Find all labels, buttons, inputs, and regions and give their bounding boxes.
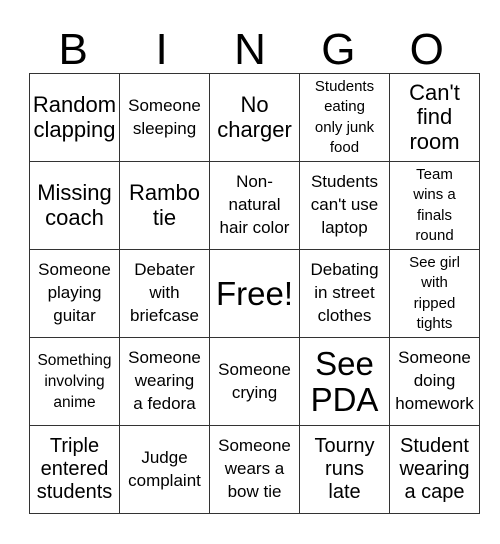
bingo-cell-text: Debating in street clothes (310, 260, 379, 325)
board-row: Triple entered students Judge complaint So… (29, 425, 480, 514)
bingo-cell-text: Someone wears a bow tie (218, 436, 291, 501)
bingo-board-body: Random clapping Someone sleeping No charge… (29, 73, 480, 514)
bingo-cell[interactable]: Students eating only junk food (299, 73, 390, 162)
bingo-cell[interactable]: Someone crying (209, 337, 300, 426)
bingo-cell-text: Students can't use laptop (310, 172, 379, 237)
board-row: Someone playing guitar Debater with brief… (29, 249, 480, 338)
bingo-cell-text: Tourny runs late (314, 435, 375, 503)
bingo-cell-text: Someone crying (218, 359, 291, 402)
bingo-cell[interactable]: Someone wearing a fedora (119, 337, 210, 426)
bingo-cell[interactable]: Someone doing homework (389, 337, 480, 426)
bingo-cell-text: Something involving anime (37, 351, 112, 412)
header-letter-o: O (409, 25, 444, 74)
bingo-cell-text: Free! (215, 274, 294, 312)
bingo-cell-text: Debater with briefcase (130, 260, 199, 325)
bingo-cell-text: Someone wearing a fedora (128, 348, 201, 413)
bingo-cell-text: Team wins a finals round (413, 166, 456, 244)
bingo-cell-text: Non- natural hair color (219, 172, 290, 237)
free-space-cell[interactable]: Free! (209, 249, 300, 338)
bingo-cell-text: Missing coach (37, 179, 112, 230)
bingo-cell[interactable]: Tourny runs late (299, 425, 390, 514)
board-row: Something involving anime Someone wearing… (29, 337, 480, 426)
bingo-cell-text: No charger (217, 91, 292, 142)
bingo-cell[interactable]: Someone sleeping (119, 73, 210, 162)
bingo-cell[interactable]: Student wearing a cape (389, 425, 480, 514)
bingo-cell[interactable]: Rambo tie (119, 161, 210, 250)
bingo-cell[interactable]: Missing coach (29, 161, 120, 250)
bingo-cell-text: Rambo tie (129, 179, 200, 230)
bingo-cell[interactable]: Someone wears a bow tie (209, 425, 300, 514)
bingo-cell-text: Triple entered students (36, 435, 113, 503)
bingo-cell-text: Someone sleeping (128, 95, 201, 138)
bingo-board: Random clapping Someone sleeping No charge… (29, 73, 480, 514)
bingo-cell[interactable]: Judge complaint (119, 425, 210, 514)
bingo-cell-text: Students eating only junk food (314, 78, 375, 156)
bingo-header: B I N G O (29, 28, 471, 72)
bingo-cell-text: Can't find room (409, 79, 460, 154)
bingo-cell-text: Random clapping (32, 91, 117, 142)
bingo-cell[interactable]: Can't find room (389, 73, 480, 162)
bingo-cell[interactable]: Debater with briefcase (119, 249, 210, 338)
header-letter-b: B (58, 25, 88, 74)
bingo-cell-text: Judge complaint (128, 447, 201, 490)
bingo-cell[interactable]: Debating in street clothes (299, 249, 390, 338)
header-letter-n: N (234, 25, 266, 74)
bingo-cell[interactable]: Something involving anime (29, 337, 120, 426)
bingo-cell-text: See PDA (310, 344, 379, 418)
header-letter-i: I (155, 25, 168, 74)
bingo-cell-text: Someone doing homework (395, 348, 474, 413)
bingo-cell[interactable]: Triple entered students (29, 425, 120, 514)
board-row: Missing coach Rambo tie Non- natural hair … (29, 161, 480, 250)
bingo-cell[interactable]: Students can't use laptop (299, 161, 390, 250)
bingo-cell[interactable]: See girl with ripped tights (389, 249, 480, 338)
bingo-cell-text: See girl with ripped tights (409, 254, 460, 332)
bingo-cell[interactable]: No charger (209, 73, 300, 162)
header-letter-g: G (321, 25, 356, 74)
bingo-cell[interactable]: Random clapping (29, 73, 120, 162)
board-row: Random clapping Someone sleeping No charge… (29, 73, 480, 162)
bingo-cell[interactable]: Non- natural hair color (209, 161, 300, 250)
bingo-cell[interactable]: Team wins a finals round (389, 161, 480, 250)
bingo-cell[interactable]: Someone playing guitar (29, 249, 120, 338)
bingo-cell-text: Someone playing guitar (38, 260, 111, 325)
bingo-cell-text: Student wearing a cape (399, 435, 470, 503)
bingo-cell[interactable]: See PDA (299, 337, 390, 426)
